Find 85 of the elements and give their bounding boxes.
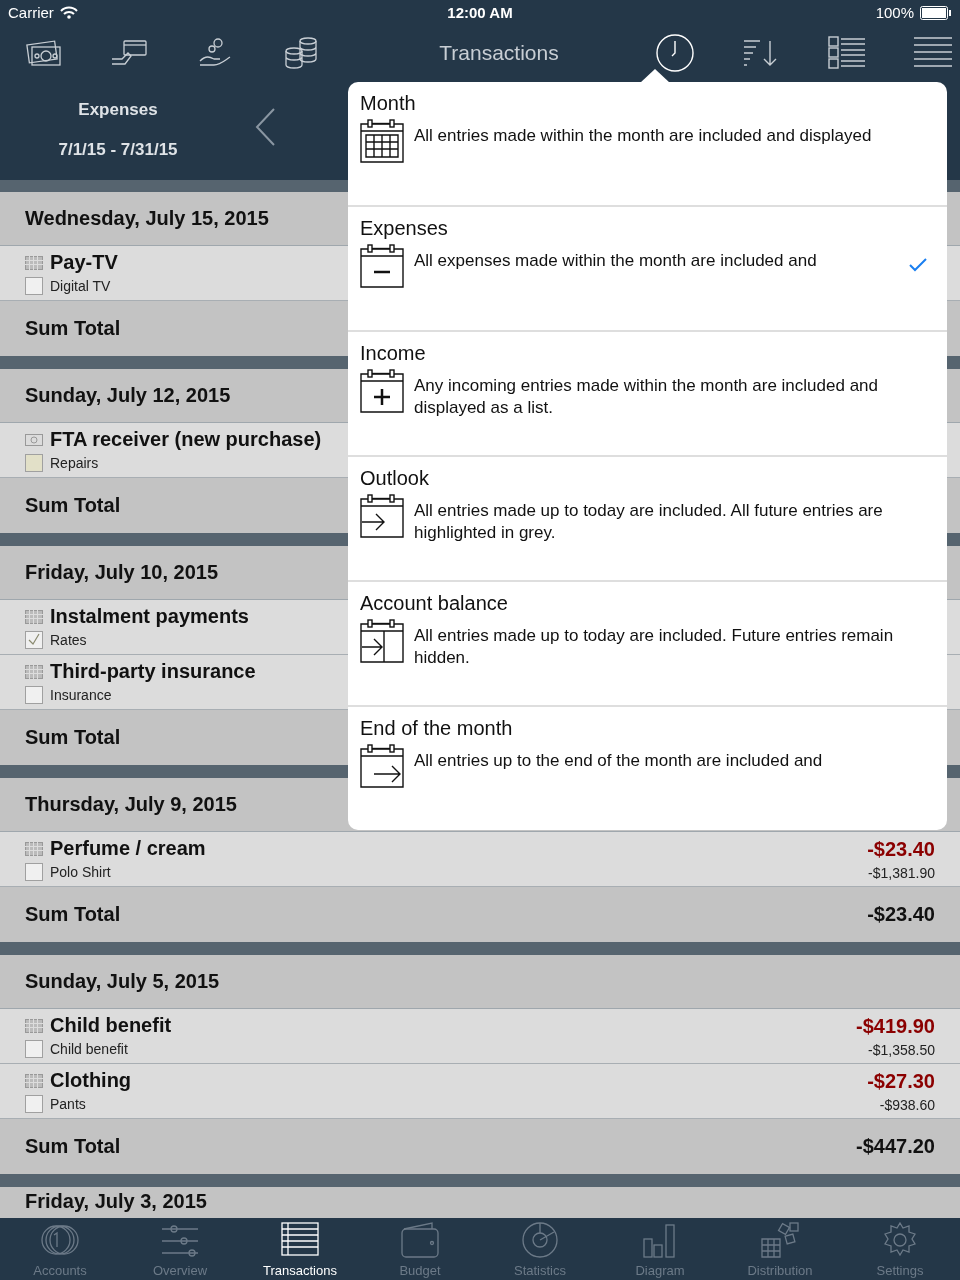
period-label: Expenses [78, 100, 158, 120]
calendar-arrow-icon [360, 619, 404, 663]
option-title: Income [360, 342, 427, 365]
category-label: Polo Shirt [50, 864, 111, 880]
table-icon [278, 1221, 322, 1259]
clock-icon[interactable] [654, 32, 696, 73]
day-date: Thursday, July 9, 2015 [25, 793, 237, 816]
amount: -$27.30 [867, 1069, 935, 1093]
option-description: All entries made up to today are included. Future entries remain hidden. [414, 625, 895, 669]
category-label: Child benefit [50, 1041, 128, 1057]
running-balance: -$938.60 [879, 1096, 935, 1113]
option-title: End of the month [360, 717, 514, 740]
checkbox[interactable] [25, 1040, 43, 1058]
filter-option[interactable]: Outlook All entries made up to today are included. All future entries are highlighted in grey. [348, 457, 947, 582]
transaction-title: Third-party insurance [50, 660, 256, 683]
transaction-title: FTA receiver (new purchase) [50, 428, 322, 451]
sum-amount: -$447.20 [856, 1135, 935, 1158]
category-label: Rates [50, 632, 87, 648]
option-description: All expenses made within the month are included and [414, 250, 818, 272]
transaction-title: Clothing [50, 1069, 132, 1092]
sum-label: Sum Total [25, 1135, 121, 1158]
transaction-title: Child benefit [50, 1014, 172, 1037]
checkbox[interactable] [25, 277, 43, 295]
grid-icon [25, 841, 43, 856]
calendar-arrow-icon [360, 744, 404, 788]
filter-option[interactable]: Month All entries made within the month are included and displayed [348, 82, 947, 207]
sum-amount: -$23.40 [867, 903, 935, 926]
tab[interactable]: Transactions [240, 1218, 360, 1280]
grid-icon [25, 1018, 43, 1033]
grid-icon [25, 664, 43, 679]
clock-time: 12:00 AM [447, 4, 513, 21]
checkbox[interactable] [25, 454, 43, 472]
grid-icon [25, 609, 43, 624]
grid-icon [25, 255, 43, 270]
option-description: Any incoming entries made within the month are included and displayed as a list. [414, 375, 879, 419]
day-date: Sunday, July 5, 2015 [25, 970, 220, 993]
banknote-icon [25, 433, 43, 446]
running-balance: -$1,358.50 [868, 1041, 935, 1058]
battery-icon [920, 5, 952, 20]
option-description: All entries up to the end of the month are included and [414, 750, 824, 772]
option-description: All entries made up to today are included. All future entries are highlighted in grey. [414, 500, 884, 544]
calendar-plus-icon [360, 369, 404, 413]
option-title: Expenses [360, 217, 449, 240]
calendar-arrow-icon [360, 494, 404, 538]
date-range: 7/1/15 - 7/31/15 [58, 140, 178, 160]
transaction-title: Perfume / cream [50, 837, 206, 860]
day-date: Friday, July 10, 2015 [25, 561, 219, 584]
sum-label: Sum Total [25, 903, 121, 926]
day-date: Wednesday, July 15, 2015 [25, 207, 269, 230]
back-chevron-icon[interactable] [254, 107, 276, 147]
screen-title: Transactions [438, 40, 560, 65]
sum-label: Sum Total [25, 726, 121, 749]
category-label: Repairs [50, 455, 99, 471]
transaction-title: Instalment payments [50, 605, 249, 628]
category-label: Digital TV [50, 278, 111, 294]
day-date: Friday, July 3, 2015 [25, 1190, 207, 1213]
carrier-name: Carrier [8, 4, 54, 21]
amount: -$23.40 [867, 837, 935, 861]
battery-percent: 100% [875, 4, 914, 21]
blocks-icon [758, 1221, 802, 1259]
option-title: Account balance [360, 592, 509, 615]
filter-option[interactable]: End of the month All entries up to the end of the month are included and [348, 707, 947, 832]
calendar-grid-icon [360, 119, 404, 163]
amount: -$419.90 [856, 1014, 935, 1038]
wallet-icon [398, 1221, 442, 1259]
option-title: Outlook [360, 467, 430, 490]
wifi-icon [59, 6, 78, 19]
sum-label: Sum Total [25, 317, 121, 340]
category-label: Insurance [50, 687, 112, 703]
checkbox[interactable] [25, 1095, 43, 1113]
option-description: All entries made within the month are included and displayed [414, 125, 873, 147]
grid-icon [25, 1073, 43, 1088]
filter-option[interactable]: Income Any incoming entries made within the month are included and displayed as a list. [348, 332, 947, 457]
checkbox[interactable] [25, 686, 43, 704]
checkbox[interactable] [25, 631, 43, 649]
checkbox[interactable] [25, 863, 43, 881]
option-title: Month [360, 92, 417, 115]
sum-label: Sum Total [25, 494, 121, 517]
category-label: Pants [50, 1096, 86, 1112]
running-balance: -$1,381.90 [868, 864, 935, 881]
filter-option[interactable]: Expenses All expenses made within the month are included and [348, 207, 947, 332]
calendar-minus-icon [360, 244, 404, 288]
transaction-title: Pay-TV [50, 251, 118, 274]
day-date: Sunday, July 12, 2015 [25, 384, 231, 407]
filter-option[interactable]: Account balance All entries made up to today are included. Future entries remain hidden. [348, 582, 947, 707]
